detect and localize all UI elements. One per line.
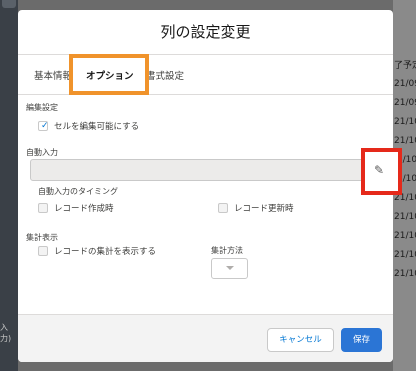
on-update-checkbox-label: レコード更新時 — [234, 204, 294, 214]
options-tab-highlight — [69, 54, 149, 95]
modal-header: 列の設定変更 — [18, 10, 393, 55]
background-tab — [2, 0, 16, 8]
background-cell: 21/09 — [394, 79, 416, 89]
pencil-icon[interactable]: ✎ — [374, 163, 384, 177]
editable-checkbox[interactable]: ✓ — [38, 121, 49, 131]
save-button[interactable]: 保存 — [341, 328, 382, 352]
edit-button-highlight[interactable]: ✎ — [361, 148, 402, 195]
show-aggregate-checkbox[interactable] — [38, 246, 48, 256]
auto-input-label: 自動入力 — [26, 148, 58, 157]
background-cell: 21/10 — [394, 250, 416, 260]
modal-title: 列の設定変更 — [160, 23, 251, 41]
on-create-checkbox-label: レコード作成時 — [54, 204, 114, 214]
background-left-panel: 入力) — [0, 0, 18, 371]
edit-settings-label: 編集設定 — [26, 103, 58, 112]
aggregate-method-label: 集計方法 — [211, 246, 243, 255]
background-cell: 21/10 — [394, 231, 416, 241]
aggregate-label: 集計表示 — [26, 233, 58, 242]
on-update-checkbox[interactable] — [218, 203, 228, 213]
auto-input-field[interactable] — [30, 159, 380, 181]
background-cell: 了予定 — [394, 61, 416, 71]
editable-checkbox-label: セルを編集可能にする — [54, 122, 140, 132]
tab-format-settings[interactable]: 書式設定 — [146, 68, 184, 82]
background-left-text: 入力) — [0, 323, 12, 343]
aggregate-method-select[interactable] — [211, 258, 248, 279]
on-create-checkbox[interactable] — [38, 203, 48, 213]
chevron-down-icon — [226, 266, 234, 270]
modal-footer: キャンセル 保存 — [18, 314, 393, 362]
tab-basic-info[interactable]: 基本情報 — [34, 68, 72, 82]
background-cell: 21/10 — [394, 136, 416, 146]
background-cell: 21/09 — [394, 98, 416, 108]
cancel-button[interactable]: キャンセル — [267, 328, 334, 352]
background-cell: 21/10 — [394, 117, 416, 127]
auto-input-timing-label: 自動入力のタイミング — [38, 187, 118, 196]
show-aggregate-checkbox-label: レコードの集計を表示する — [54, 247, 157, 257]
check-icon: ✓ — [41, 121, 49, 131]
background-cell: 21/10 — [394, 269, 416, 279]
background-cell: 21/10 — [394, 212, 416, 222]
